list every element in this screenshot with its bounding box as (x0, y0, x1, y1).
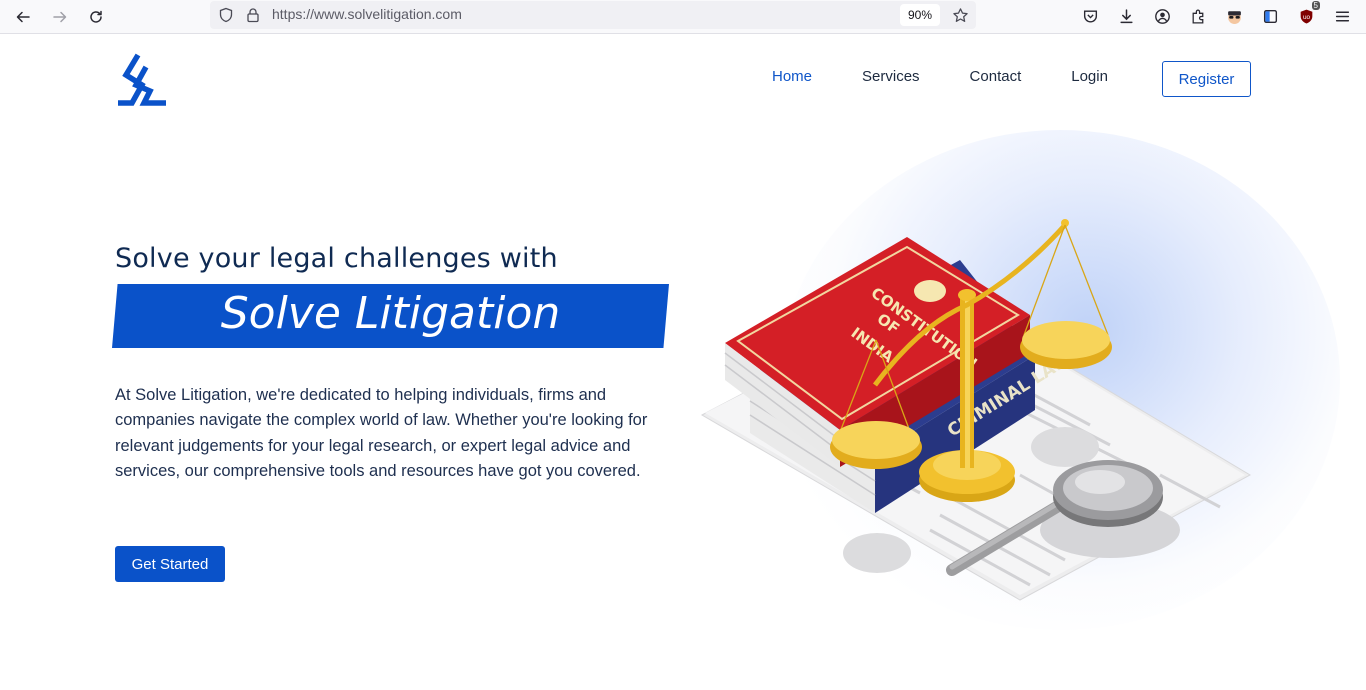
ublock-shield-icon[interactable]: uo 5 (1294, 1, 1320, 28)
extensions-puzzle-icon[interactable] (1186, 4, 1210, 28)
download-icon[interactable] (1114, 4, 1138, 28)
nav-login-link[interactable]: Login (1071, 68, 1108, 85)
legal-books-scale-illustration: CRIMINAL LAW CONSTITUTION OF INDIA (700, 219, 1252, 601)
spy-extension-icon[interactable] (1222, 4, 1246, 28)
nav-contact-link[interactable]: Contact (970, 68, 1022, 85)
shield-icon[interactable] (217, 6, 235, 24)
hero-description: At Solve Litigation, we're dedicated to … (115, 386, 648, 480)
reload-icon[interactable] (83, 4, 109, 30)
nav-home-link[interactable]: Home (772, 68, 812, 85)
zoom-level[interactable]: 90% (900, 4, 940, 26)
pocket-icon[interactable] (1078, 4, 1102, 28)
hero-headline: Solve your legal challenges with (115, 243, 558, 274)
hero-banner-text: Solve Litigation (220, 288, 561, 339)
bookmark-star-icon[interactable] (951, 6, 969, 24)
back-arrow-icon[interactable] (10, 4, 36, 30)
url-text[interactable]: https://www.solvelitigation.com (272, 6, 462, 22)
extension-badge-count: 5 (1311, 1, 1320, 10)
lock-icon[interactable] (244, 6, 262, 24)
browser-toolbar: https://www.solvelitigation.com 90% uo 5 (0, 0, 1366, 34)
svg-text:uo: uo (1302, 14, 1310, 21)
site-logo[interactable] (116, 53, 168, 107)
sidebar-icon[interactable] (1258, 4, 1282, 28)
nav-services-link[interactable]: Services (862, 68, 920, 85)
hamburger-menu-icon[interactable] (1330, 4, 1354, 28)
account-icon[interactable] (1150, 4, 1174, 28)
address-bar[interactable]: https://www.solvelitigation.com 90% (210, 1, 976, 29)
register-button[interactable]: Register (1162, 61, 1251, 97)
get-started-button[interactable]: Get Started (115, 546, 225, 582)
web-page: Home Services Contact Login Register Sol… (0, 35, 1366, 690)
hero-banner: Solve Litigation (112, 284, 669, 348)
forward-arrow-icon[interactable] (47, 4, 73, 30)
main-nav: Home Services Contact Login (772, 68, 1108, 85)
